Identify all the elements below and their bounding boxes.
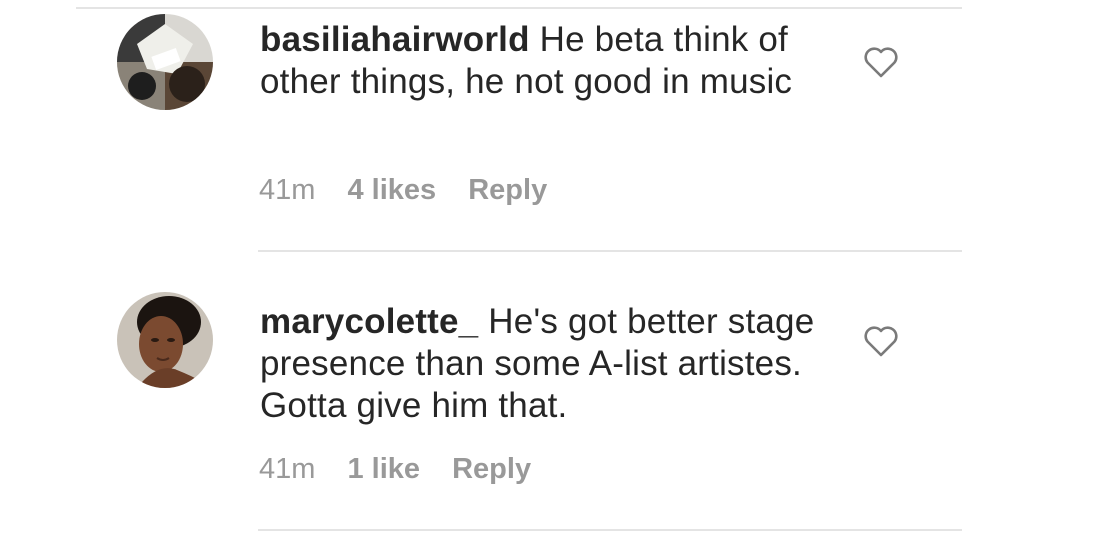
heart-icon[interactable]: [863, 46, 899, 78]
comment-divider: [258, 250, 962, 252]
heart-icon[interactable]: [863, 325, 899, 357]
reply-button[interactable]: Reply: [452, 453, 531, 485]
likes-count[interactable]: 1 like: [347, 453, 420, 485]
comment-meta: 41m 1 like Reply: [259, 453, 555, 486]
avatar[interactable]: [117, 292, 213, 388]
comment-time: 41m: [259, 174, 316, 206]
comment-meta: 41m 4 likes Reply: [259, 174, 571, 207]
comment-username[interactable]: marycolette_: [260, 302, 478, 341]
comment-divider: [258, 529, 962, 531]
comment-username[interactable]: basiliahairworld: [260, 20, 530, 59]
avatar[interactable]: [117, 14, 213, 110]
comment-body: basiliahairworld He beta think of other …: [260, 19, 840, 103]
top-divider: [76, 7, 962, 9]
comment-body: marycolette_ He's got better stage prese…: [260, 301, 840, 427]
comment-time: 41m: [259, 453, 316, 485]
reply-button[interactable]: Reply: [468, 174, 547, 206]
likes-count[interactable]: 4 likes: [347, 174, 436, 206]
